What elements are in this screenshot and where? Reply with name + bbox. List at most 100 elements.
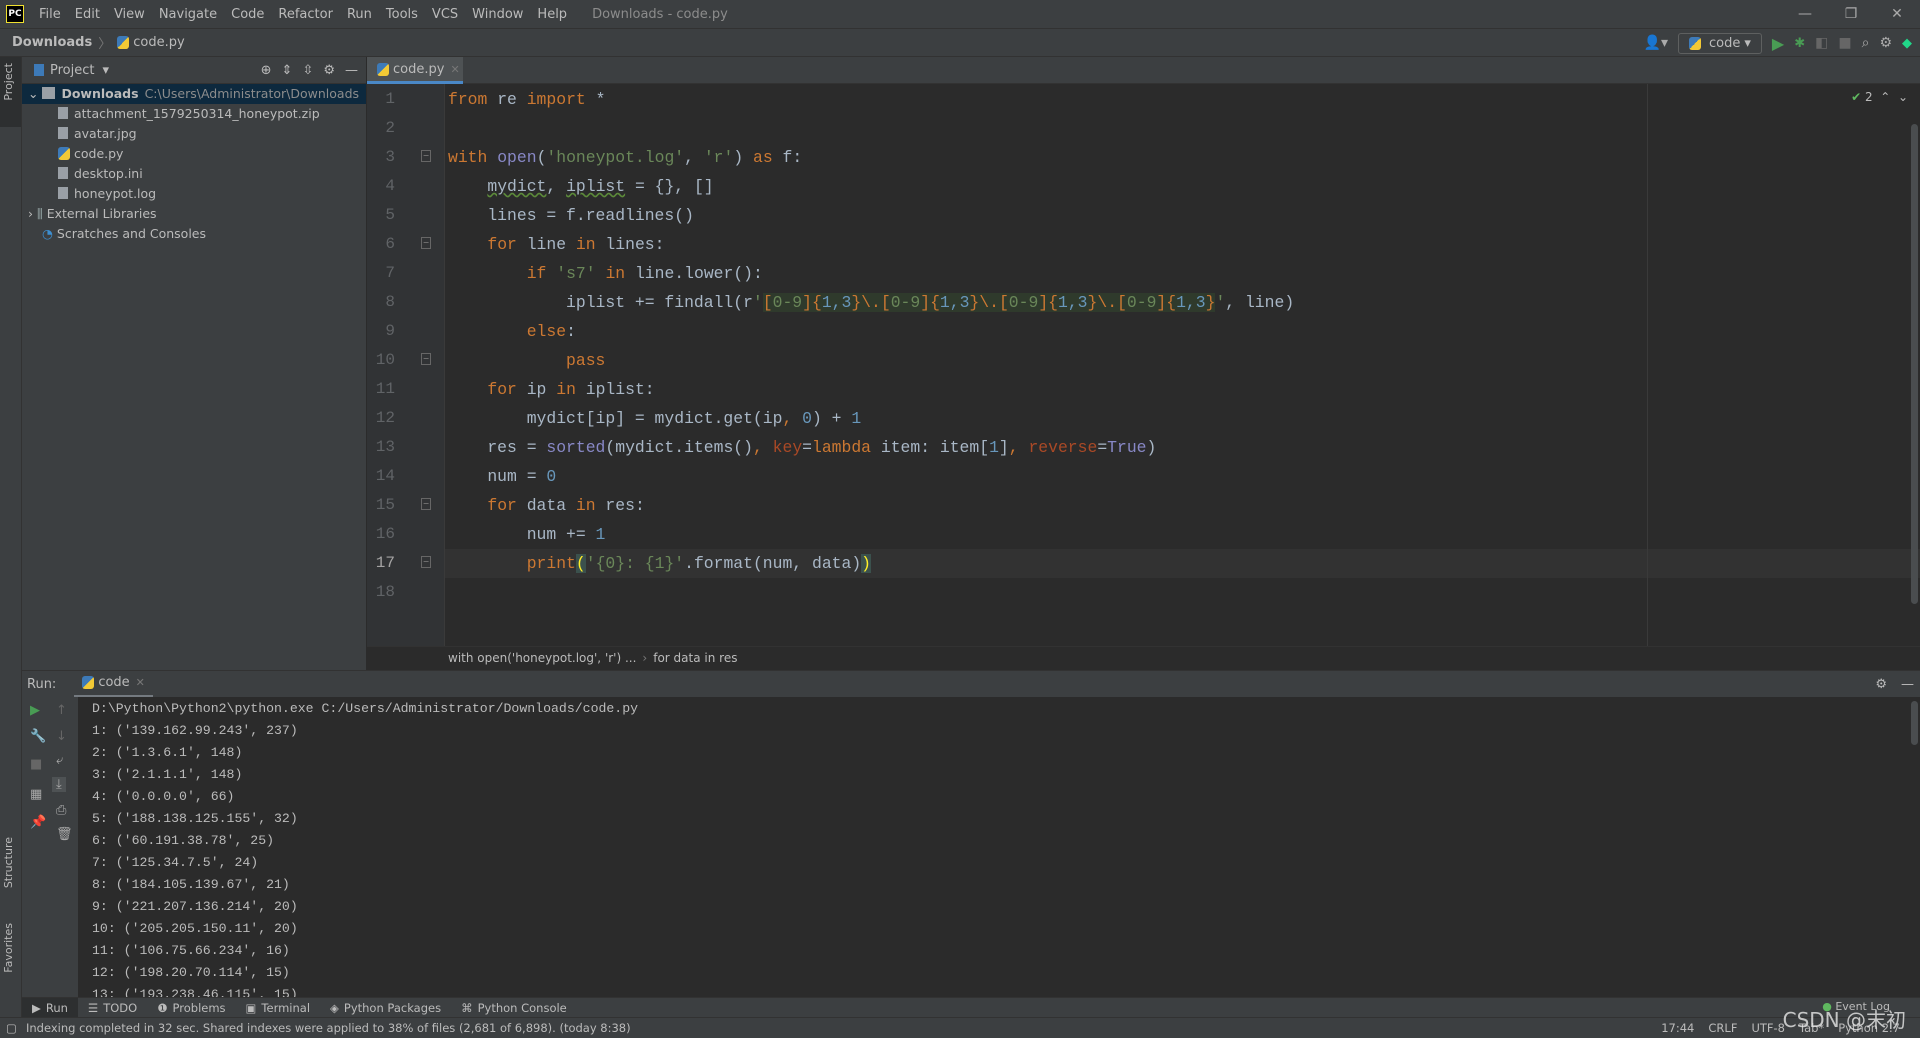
line-number: 5 [385,206,395,224]
inspection-widget[interactable]: ✔ 2 ⌃ ⌄ [1851,90,1908,104]
menu-view[interactable]: View [107,7,152,22]
code-token: lines = f.readlines() [448,206,694,225]
chevron-down-icon[interactable]: ▾ [102,63,109,78]
minimize-icon[interactable]: — [1782,0,1828,29]
tree-item-file[interactable]: avatar.jpg [22,124,366,144]
code-editor[interactable]: ✔ 2 ⌃ ⌄ 1 from re import * 2 3 with open('ho… [367,84,1920,646]
fold-icon[interactable]: − [421,353,431,365]
line-separator[interactable]: CRLF [1708,1018,1737,1038]
code-token: \. [1097,293,1118,312]
soft-wrap-icon[interactable]: ⤶ [56,753,63,768]
nav-crumb-downloads[interactable]: Downloads [12,35,92,50]
gear-icon[interactable]: ⚙ [1879,35,1892,51]
run-tab-code[interactable]: code ✕ [74,671,153,698]
code-breadcrumbs: with open('honeypot.log', 'r') ... › for d… [367,646,1920,670]
arrow-up-icon[interactable]: ↑ [56,703,67,718]
breadcrumb-with[interactable]: with open('honeypot.log', 'r') ... [448,651,636,665]
side-tab-project[interactable]: Project [2,63,15,101]
menu-refactor[interactable]: Refactor [271,7,340,22]
menu-edit[interactable]: Edit [68,7,107,22]
run-config-select[interactable]: code ▾ [1678,32,1762,54]
tree-item-file[interactable]: attachment_1579250314_honeypot.zip [22,104,366,124]
layout-icon[interactable]: ▦ [30,787,42,802]
code-token: re [487,90,527,109]
project-panel-title[interactable]: Project [50,63,94,78]
tree-item-external-libraries[interactable]: › ⫼ External Libraries [22,204,366,224]
menu-vcs[interactable]: VCS [425,7,465,22]
tree-item-file[interactable]: desktop.ini [22,164,366,184]
coverage-icon[interactable]: ◧ [1815,35,1828,51]
breadcrumb-for[interactable]: for data in res [653,651,737,665]
gear-icon[interactable]: ⚙ [1875,677,1887,692]
chevron-right-icon: 〉 [98,37,112,52]
code-token: True [1107,438,1147,457]
trash-icon[interactable]: 🗑 [56,827,73,842]
tool-tab-terminal[interactable]: ▣ Terminal [236,998,320,1018]
side-tab-favorites[interactable]: Favorites [2,923,15,973]
close-tab-icon[interactable]: ✕ [450,63,459,76]
caret-position[interactable]: 17:44 [1661,1018,1694,1038]
hide-icon[interactable]: — [345,63,358,78]
user-icon[interactable]: 👤▾ [1644,35,1668,51]
tree-item-downloads[interactable]: ⌄ Downloads C:\Users\Administrator\Downlo… [22,84,366,104]
run-icon[interactable]: ▶ [1772,34,1784,53]
code-token: in [556,380,576,399]
run-console[interactable]: D:\Python\Python2\python.exe C:/Users/Ad… [78,697,1920,997]
fold-icon[interactable]: − [421,556,431,568]
chevron-down-icon[interactable]: ⌄ [1898,90,1908,104]
code-token: 1,3 [821,293,852,312]
pin-icon[interactable]: 📌 [30,815,46,830]
menu-run[interactable]: Run [340,7,379,22]
rerun-icon[interactable]: ▶ [30,703,40,718]
arrow-down-icon[interactable]: ↓ [56,729,67,744]
tool-tab-todo[interactable]: ☰ TODO [78,998,147,1018]
search-icon[interactable]: ⌕ [1862,35,1870,51]
menu-file[interactable]: File [32,7,68,22]
tool-tab-run[interactable]: ▶ Run [22,997,78,1018]
menu-navigate[interactable]: Navigate [152,7,224,22]
tab-code-py[interactable]: code.py ✕ [367,57,463,84]
hide-icon[interactable]: — [1901,677,1914,692]
chevron-up-icon[interactable]: ⌃ [1880,90,1890,104]
console-line: 10: ('205.205.150.11', 20) [92,921,298,936]
expand-all-icon[interactable]: ⇕ [282,63,293,78]
tree-item-file[interactable]: honeypot.log [22,184,366,204]
close-icon[interactable]: ✕ [1874,0,1920,29]
menu-help[interactable]: Help [530,7,574,22]
gear-icon[interactable]: ⚙ [323,63,335,78]
code-token: [ [1117,293,1127,312]
fold-icon[interactable]: − [421,498,431,510]
restore-icon[interactable]: ❐ [1828,0,1874,29]
editor-scrollbar[interactable] [1911,124,1918,604]
menu-tools[interactable]: Tools [379,7,425,22]
jetbrains-icon[interactable]: ◆ [1902,36,1912,51]
tree-item-file[interactable]: code.py [22,144,366,164]
close-tab-icon[interactable]: ✕ [136,676,145,689]
menu-code[interactable]: Code [224,7,271,22]
file-encoding[interactable]: UTF-8 [1751,1018,1785,1038]
code-token: 0 [802,409,812,428]
collapse-all-icon[interactable]: ⇳ [302,63,313,78]
fold-icon[interactable]: − [421,150,431,162]
locate-icon[interactable]: ⊕ [261,63,272,78]
console-scrollbar[interactable] [1911,701,1918,745]
code-token: , [1008,438,1029,457]
fold-icon[interactable]: − [421,237,431,249]
nav-crumb-file[interactable]: code.py [133,35,184,50]
stop-icon[interactable]: ■ [1838,35,1851,51]
tool-tab-problems[interactable]: ❶ Problems [147,998,235,1018]
debug-icon[interactable]: ✱ [1794,36,1805,51]
tool-tab-python-console[interactable]: ⌘ Python Console [451,998,577,1018]
code-token: 1 [851,409,862,428]
tree-item-scratches[interactable]: ◔ Scratches and Consoles [22,224,366,244]
stop-icon[interactable]: ■ [30,757,42,772]
menu-window[interactable]: Window [465,7,530,22]
wrench-icon[interactable]: 🔧 [30,729,46,744]
print-icon[interactable]: ⎙ [56,803,66,818]
status-toggle-icon[interactable]: ▢ [6,1018,17,1038]
scroll-to-end-icon[interactable]: ⤓ [52,777,66,792]
tool-tab-python-packages[interactable]: ◈ Python Packages [320,998,451,1018]
side-tab-structure[interactable]: Structure [2,837,15,888]
project-panel: Project ▾ ⊕ ⇕ ⇳ ⚙ — ⌄ Downloads C:\Users\Admin… [22,57,367,670]
tree-label: avatar.jpg [74,126,137,141]
